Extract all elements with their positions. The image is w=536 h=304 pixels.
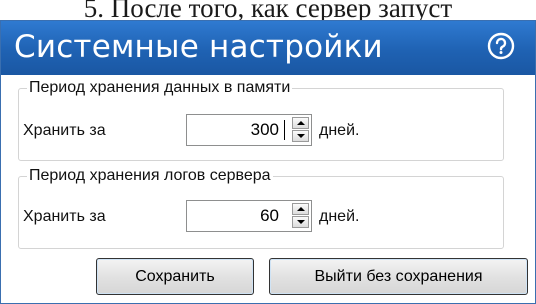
system-settings-dialog: Системные настройки Период хранения данн… — [0, 20, 536, 304]
memory-days-increment-button[interactable] — [292, 117, 309, 129]
dialog-title: Системные настройки — [14, 29, 383, 65]
save-button[interactable]: Сохранить — [96, 258, 254, 295]
logs-period-legend: Период хранения логов сервера — [29, 167, 271, 184]
exit-without-save-button[interactable]: Выйти без сохранения — [269, 258, 528, 295]
text-caret — [284, 120, 285, 140]
memory-keep-label: Хранить за — [23, 122, 106, 139]
memory-days-input[interactable] — [187, 115, 283, 145]
memory-days-spinbox[interactable] — [186, 114, 312, 146]
logs-keep-label: Хранить за — [23, 208, 106, 225]
dialog-titlebar: Системные настройки — [1, 21, 535, 75]
logs-days-increment-button[interactable] — [292, 203, 309, 215]
memory-period-legend: Период хранения данных в памяти — [29, 79, 291, 96]
memory-days-decrement-button[interactable] — [292, 130, 309, 142]
logs-days-spinbox[interactable] — [186, 200, 312, 232]
logs-days-unit: дней. — [319, 208, 360, 225]
logs-days-decrement-button[interactable] — [292, 216, 309, 228]
help-icon[interactable] — [487, 32, 515, 60]
logs-days-input[interactable] — [187, 201, 283, 231]
memory-days-unit: дней. — [319, 122, 360, 139]
